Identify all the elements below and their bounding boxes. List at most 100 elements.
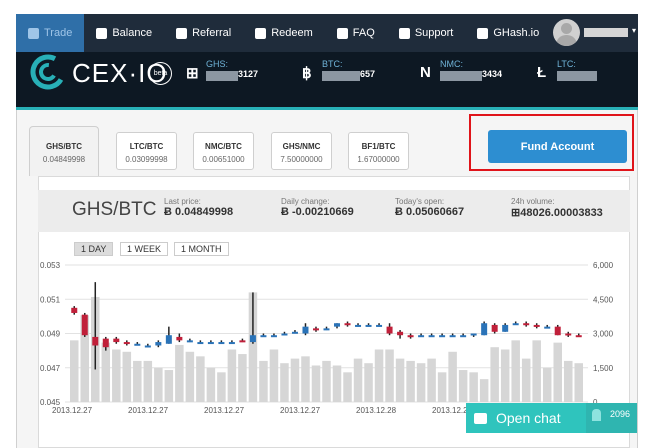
candle-up (460, 335, 467, 338)
volume-bar (290, 358, 300, 402)
volume-bar (532, 340, 541, 402)
candle-up (228, 342, 235, 345)
candle-down (71, 307, 78, 313)
candle-up (502, 324, 509, 332)
volume-bar (227, 349, 237, 402)
candle-down (565, 333, 572, 336)
volume-bar (154, 367, 163, 402)
candle-up (512, 323, 519, 326)
volume-bar (70, 340, 79, 402)
volume-bar (133, 360, 142, 402)
volume-bar (269, 349, 279, 402)
volume-bar (458, 370, 468, 402)
volume-bar (500, 349, 510, 402)
volume-bar (301, 356, 310, 402)
candle-down (344, 323, 351, 326)
volume-bar (479, 379, 489, 402)
candle-up (355, 324, 362, 327)
volume-bar (217, 372, 226, 402)
candle-up (207, 342, 214, 345)
candle-up (449, 335, 456, 338)
volume-bar (332, 365, 342, 402)
volume-bar (101, 342, 111, 402)
y-right-tick-label: 1,500 (593, 364, 614, 373)
volume-bar (112, 349, 121, 402)
candle-down (81, 314, 88, 336)
volume-bar (385, 349, 394, 402)
volume-bar (175, 344, 184, 402)
candle-up (249, 335, 256, 343)
candle-up (260, 335, 267, 338)
volume-bar (563, 360, 573, 402)
x-tick-label: 2013.12.27 (204, 406, 245, 415)
candle-down (523, 323, 530, 326)
candle-up (144, 345, 151, 348)
y-left-tick-label: 0.047 (40, 364, 61, 373)
volume-bar (553, 342, 562, 402)
chat-bubble-icon (474, 412, 487, 424)
candle-down (397, 331, 404, 336)
candle-up (439, 335, 446, 338)
candle-up (470, 333, 477, 336)
page: Trade Balance Referral Redeem FAQ Support GHas… (0, 0, 653, 448)
volume-bar (322, 360, 331, 402)
volume-bar (206, 367, 216, 402)
candle-down (92, 336, 99, 346)
candle-up (334, 323, 341, 327)
user-icon (592, 409, 601, 421)
volume-bar (374, 349, 384, 402)
y-right-tick-label: 3,000 (593, 330, 614, 339)
volume-bar (511, 340, 520, 402)
candle-up (481, 323, 488, 336)
candle-down (407, 335, 414, 338)
candle-down (554, 326, 561, 336)
x-tick-label: 2013.12.27 (52, 406, 93, 415)
candle-up (281, 333, 288, 336)
volume-bar (542, 367, 552, 402)
candle-down (176, 336, 183, 341)
candle-down (102, 338, 109, 348)
volume-bar (427, 358, 436, 402)
candle-up (544, 326, 551, 329)
candle-down (491, 324, 498, 332)
candle-up (270, 335, 277, 338)
candle-up (186, 340, 193, 343)
candle-down (312, 328, 319, 331)
volume-bar (311, 365, 321, 402)
volume-bar (343, 372, 352, 402)
candle-up (302, 326, 309, 334)
candle-up (165, 335, 172, 344)
candle-down (533, 324, 540, 327)
candle-down (123, 342, 130, 345)
volume-bar (406, 360, 415, 402)
candle-up (418, 335, 425, 338)
candle-up (291, 331, 298, 334)
volume-bar (164, 370, 174, 402)
y-right-tick-label: 6,000 (593, 261, 614, 270)
candle-down (239, 340, 246, 343)
x-tick-label: 2013.12.28 (356, 406, 397, 415)
volume-bar (469, 372, 478, 402)
candle-up (134, 343, 141, 346)
y-left-tick-label: 0.053 (40, 261, 61, 270)
volume-bar (259, 360, 268, 402)
volume-bar (416, 363, 426, 402)
candle-up (376, 324, 383, 327)
volume-bar (122, 351, 132, 402)
x-tick-label: 2013.12.27 (128, 406, 169, 415)
candle-down (575, 335, 582, 338)
y-left-tick-label: 0.049 (40, 330, 61, 339)
price-chart: 0.053 6,000 0.051 4,500 0.049 3,000 0.047 1,500… (40, 261, 625, 415)
volume-bar (574, 363, 583, 402)
volume-bar (448, 351, 457, 402)
volume-bar (364, 363, 373, 402)
volume-bar (196, 356, 205, 402)
volume-bar (395, 358, 405, 402)
volume-bar (143, 360, 153, 402)
x-tick-label: 2013.12.27 (280, 406, 321, 415)
candle-down (386, 326, 393, 334)
candle-up (155, 342, 162, 346)
volume-bar (280, 363, 289, 402)
volume-bar (353, 358, 363, 402)
candle-up (218, 342, 225, 345)
